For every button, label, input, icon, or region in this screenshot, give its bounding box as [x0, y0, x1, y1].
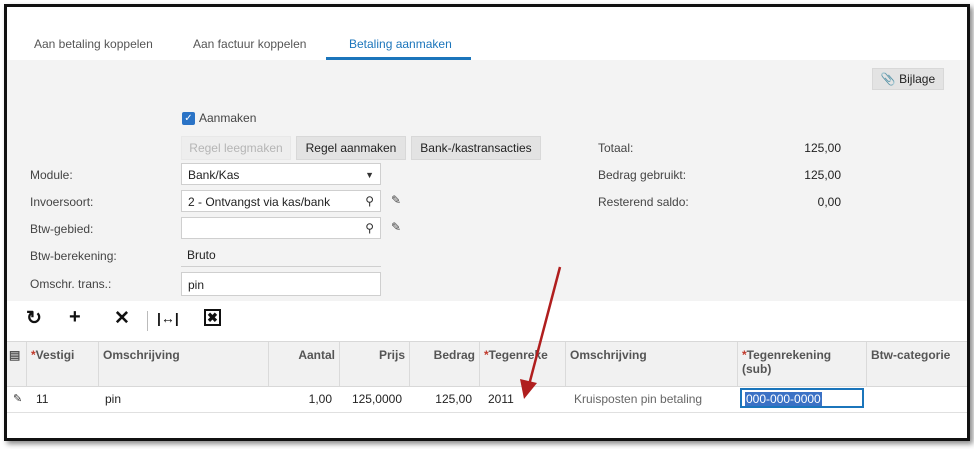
arrow-shaft — [527, 266, 562, 386]
arrow-head — [520, 379, 537, 399]
screenshot-frame: Aan betaling koppelen Aan factuur koppel… — [4, 4, 970, 441]
annotation-arrow — [520, 266, 562, 399]
